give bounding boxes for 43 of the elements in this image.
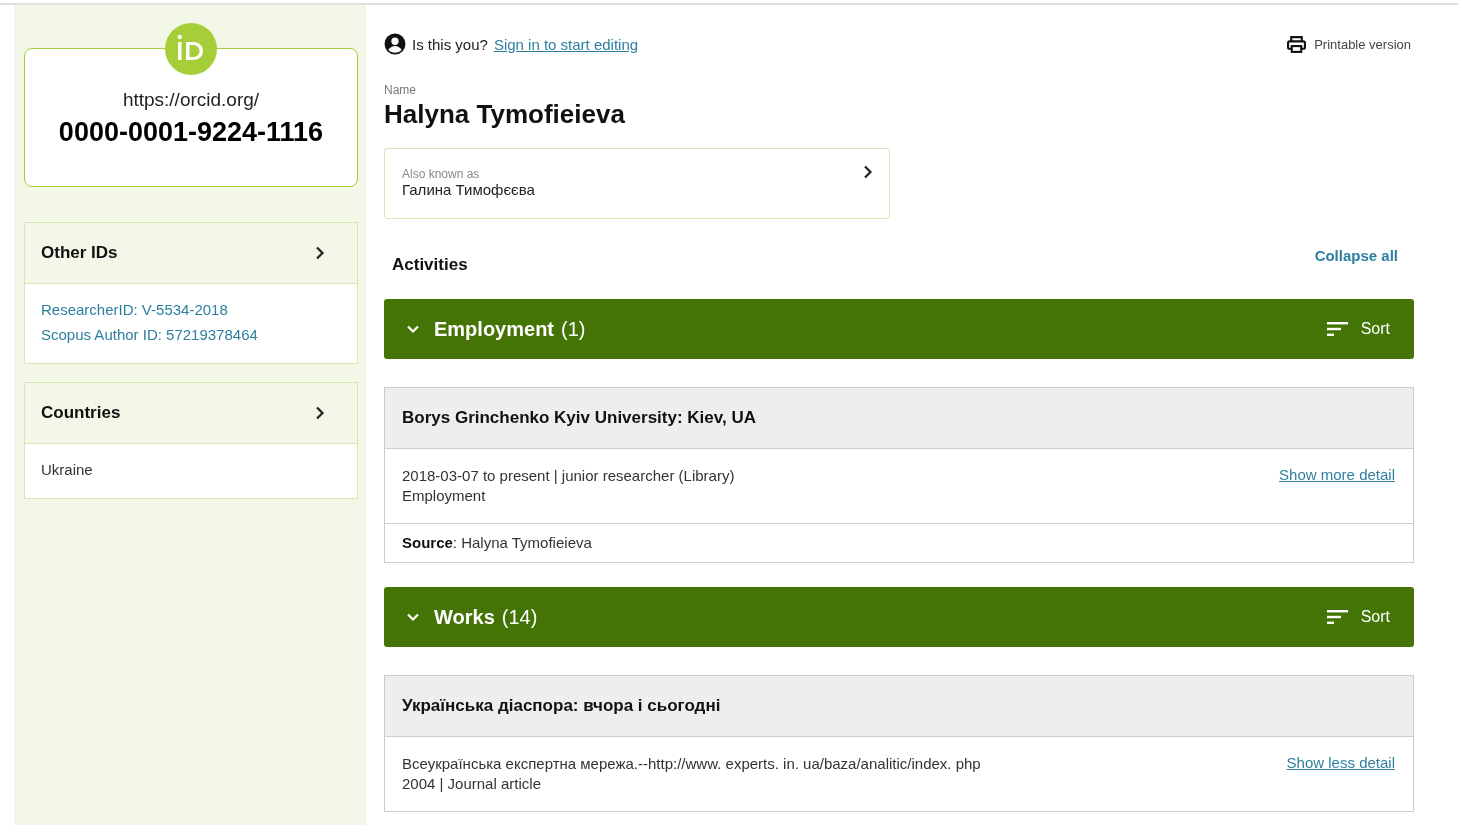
signin-link[interactable]: Sign in to start editing [493,35,639,53]
country-text: Ukraine [41,461,94,478]
signin-prompt: Is this you? [412,35,488,53]
chevron-right-icon [315,246,325,260]
activities-heading: Activities [392,255,468,275]
collapse-all-link[interactable]: Collapse all [1314,247,1398,264]
identifier-link[interactable]: Scopus Author ID: 57219378464 [41,326,341,343]
person-name: Halyna Tymofieieva [384,99,626,130]
activity-title: Українська діаспора: вчора і сьогодні [385,676,1413,737]
name-label: Name [384,83,417,97]
printer-icon [1287,35,1307,53]
section-header-bar[interactable]: Works (14) Sort [384,587,1414,647]
also-known-as-card[interactable]: Also known as Галина Тимофєєва [384,148,890,219]
section-count: (1) [561,317,586,341]
also-known-as-value: Галина Тимофєєва [402,181,535,198]
section-header-bar[interactable]: Employment (1) Sort [384,299,1414,359]
activity-detail-text: Всеукраїнська експертна мережа.--http://www. experts. in. ua/baza/analitic/index. php [402,754,981,774]
sort-label: Sort [1360,608,1390,626]
also-known-as-label: Also known as [402,167,481,181]
orcid-url: https://orcid.org/ [121,89,261,111]
panel-header[interactable]: Countries [25,383,357,444]
section-title: Employment [434,317,555,341]
activity-detail-text: 2004 | Journal article [402,774,542,794]
activity-title: Borys Grinchenko Kyiv University: Kiev, UA [385,388,1413,449]
chevron-right-icon [315,406,325,420]
section-count: (14) [501,605,538,629]
panel-title: Other IDs [41,243,118,263]
activity-detail-text: 2018-03-07 to present | junior researcher (Library) [402,466,735,486]
panel-header[interactable]: Other IDs [25,223,357,284]
orcid-id: 0000-0001-9224-1116 [57,117,325,148]
section-title: Works [434,605,495,629]
detail-toggle-link[interactable]: Show less detail [1286,754,1395,771]
identifier-link[interactable]: ResearcherID: V-5534-2018 [41,301,341,318]
chevron-right-icon [863,165,873,179]
sort-icon [1326,321,1349,337]
activity-detail-text: Employment [402,486,487,506]
detail-toggle-link[interactable]: Show more detail [1279,466,1395,483]
source-text: Source: Halyna Tymofieieva [385,523,1413,562]
printable-version-link[interactable]: Printable version [1287,35,1411,53]
sort-label: Sort [1360,320,1390,338]
panel-title: Countries [41,403,121,423]
user-icon [384,33,406,55]
sort-icon [1326,609,1349,625]
